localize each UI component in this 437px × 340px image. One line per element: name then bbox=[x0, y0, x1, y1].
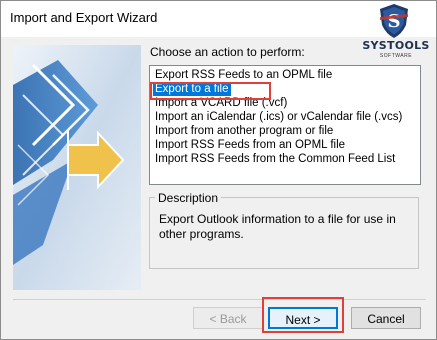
list-item[interactable]: Import an iCalendar (.ics) or vCalendar … bbox=[153, 111, 404, 124]
description-label: Description bbox=[155, 191, 222, 205]
back-button[interactable]: < Back bbox=[193, 307, 263, 329]
divider bbox=[13, 299, 426, 300]
next-highlight-box bbox=[262, 297, 344, 333]
wizard-illustration bbox=[13, 45, 141, 290]
list-item[interactable]: Export RSS Feeds to an OPML file bbox=[153, 69, 334, 82]
window-title: Import and Export Wizard bbox=[10, 10, 158, 25]
wizard-arrows-graphic bbox=[13, 45, 141, 290]
list-item[interactable]: Import RSS Feeds from the Common Feed Li… bbox=[153, 153, 397, 166]
selection-highlight-box bbox=[150, 82, 271, 100]
logo-sub-text: SOFTWARE bbox=[379, 53, 413, 59]
shield-icon: S bbox=[380, 4, 408, 38]
systools-logo: S SYSTOOLS SOFTWARE bbox=[356, 1, 436, 71]
description-text: Export Outlook information to a file for… bbox=[159, 212, 396, 241]
logo-brand-text: SYSTOOLS bbox=[362, 39, 430, 52]
cancel-button[interactable]: Cancel bbox=[351, 307, 421, 329]
list-item[interactable]: Import RSS Feeds from an OPML file bbox=[153, 139, 347, 152]
svg-text:S: S bbox=[388, 11, 401, 32]
action-prompt: Choose an action to perform: bbox=[150, 45, 305, 59]
list-item[interactable]: Import from another program or file bbox=[153, 125, 335, 138]
wizard-window: Import and Export Wizard S SYSTOOLS SOFT… bbox=[0, 0, 437, 340]
